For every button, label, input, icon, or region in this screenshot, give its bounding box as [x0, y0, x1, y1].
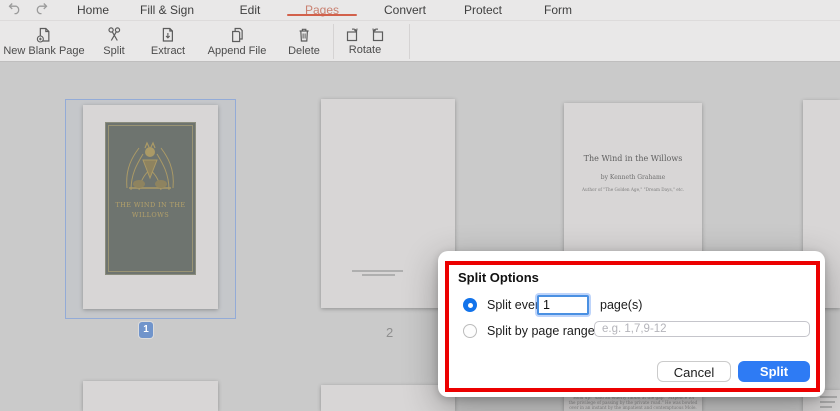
split-label: Split — [103, 45, 125, 57]
body-text-line: over in an instant by the impatient and … — [569, 404, 697, 410]
delete-button[interactable]: Delete — [288, 21, 320, 57]
pages-toolbar: New Blank Page Split Extract Append File — [0, 20, 840, 62]
append-file-button[interactable]: Append File — [207, 21, 267, 57]
extract-label: Extract — [150, 45, 186, 57]
page-thumbnail-5[interactable] — [83, 381, 218, 411]
new-blank-page-icon — [36, 27, 50, 43]
rotate-button[interactable]: Rotate — [345, 21, 386, 56]
split-by-range-label: Split by page range — [487, 324, 595, 338]
undo-icon[interactable] — [8, 2, 22, 15]
page-thumbnail-2[interactable] — [321, 99, 455, 308]
page2-caption-line — [352, 270, 403, 272]
split-by-range-radio[interactable] — [463, 324, 477, 338]
delete-trash-icon — [299, 28, 309, 42]
page1-number-badge: 1 — [139, 322, 153, 338]
tab-home[interactable]: Home — [77, 0, 109, 20]
new-blank-page-label: New Blank Page — [3, 45, 85, 57]
page8-text-fragment — [820, 401, 835, 403]
page2-number: 2 — [386, 325, 394, 340]
split-every-input[interactable] — [537, 295, 589, 315]
split-confirm-button[interactable]: Split — [738, 361, 810, 382]
page-thumbnail-6[interactable] — [321, 385, 455, 411]
split-every-radio[interactable] — [463, 298, 477, 312]
split-by-range-input[interactable] — [594, 321, 810, 337]
tab-convert[interactable]: Convert — [384, 0, 426, 20]
cover-title-line2: WILLOWS — [131, 211, 170, 219]
tab-form[interactable]: Form — [544, 0, 572, 20]
page8-text-fragment — [820, 406, 832, 408]
top-tab-bar: Home Fill & Sign Edit Pages Convert Prot… — [0, 0, 840, 20]
book-cover: THE WIND IN THE WILLOWS — [105, 122, 196, 275]
redo-icon[interactable] — [34, 2, 48, 15]
page-thumbnail-1[interactable]: THE WIND IN THE WILLOWS — [83, 105, 218, 309]
title-page-credit: Author of "The Golden Age," "Dream Days,… — [581, 187, 685, 192]
delete-label: Delete — [288, 45, 320, 57]
split-options-dialog: Split Options Split every page(s) Split … — [438, 251, 825, 397]
extract-icon — [162, 27, 174, 42]
extract-button[interactable]: Extract — [151, 21, 185, 57]
append-file-icon — [231, 27, 243, 43]
cancel-button[interactable]: Cancel — [657, 361, 731, 382]
rotate-left-icon[interactable] — [370, 26, 386, 43]
split-scissors-icon — [108, 27, 120, 41]
toolbar-divider — [409, 24, 410, 59]
title-page-byline: by Kenneth Grahame — [600, 174, 666, 181]
page2-caption-line — [362, 274, 395, 276]
new-blank-page-button[interactable]: New Blank Page — [3, 21, 85, 57]
tab-pages[interactable]: Pages — [305, 0, 339, 20]
split-button[interactable]: Split — [103, 21, 125, 57]
title-page-title: The Wind in the Willows — [583, 154, 683, 163]
split-every-suffix: page(s) — [600, 298, 643, 312]
rotate-label: Rotate — [348, 44, 382, 56]
book-cover-emblem-icon — [126, 141, 174, 191]
cover-title-line1: THE WIND IN THE — [115, 201, 186, 209]
dialog-title: Split Options — [458, 270, 539, 285]
tab-edit[interactable]: Edit — [240, 0, 261, 20]
append-file-label: Append File — [207, 45, 267, 57]
rotate-right-icon[interactable] — [345, 26, 361, 43]
tab-protect[interactable]: Protect — [464, 0, 502, 20]
page8-text-fragment — [820, 396, 837, 398]
tab-fill-sign[interactable]: Fill & Sign — [140, 0, 194, 20]
toolbar-divider — [333, 24, 334, 59]
